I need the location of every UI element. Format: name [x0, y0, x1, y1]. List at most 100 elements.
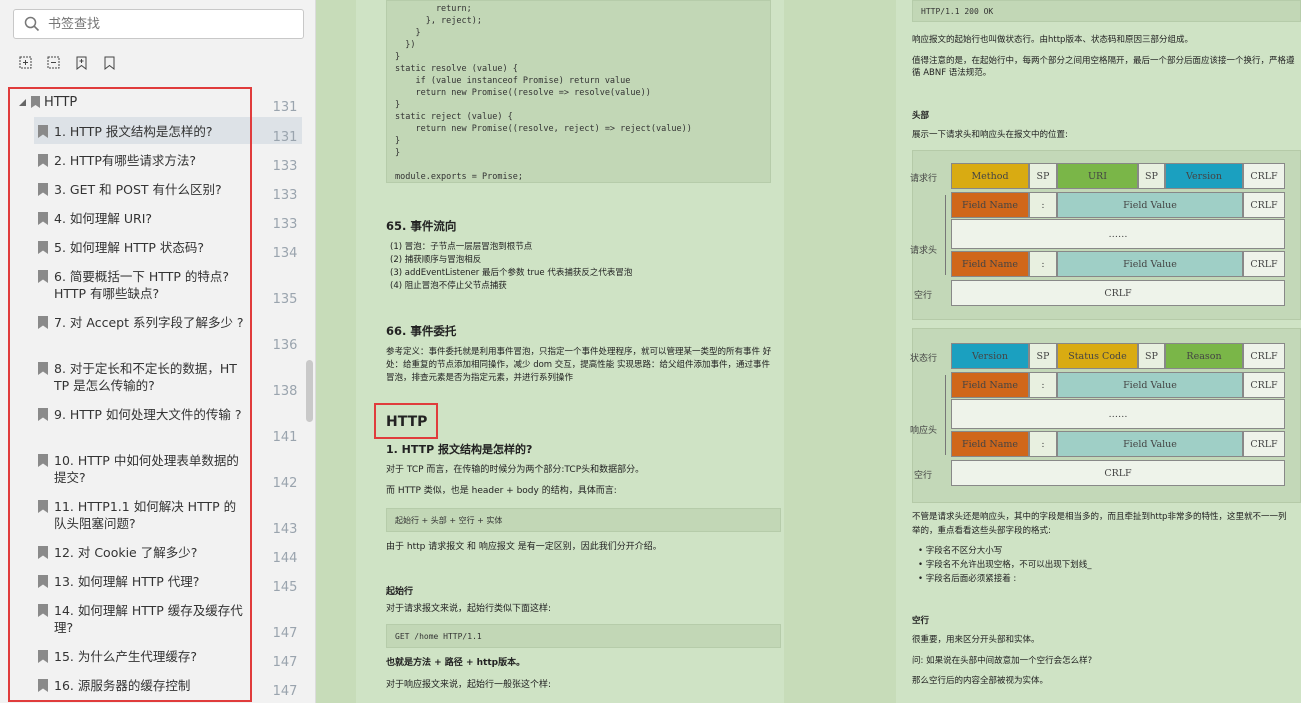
bookmark-icon: [104, 56, 115, 71]
toc-item[interactable]: 13. 如何理解 HTTP 代理?: [38, 573, 248, 590]
section-66-line: 参考定义：事件委托就是利用事件冒泡，只指定一个事件处理程序，就可以管理某一类型的…: [386, 347, 772, 357]
toc-item[interactable]: 11. HTTP1.1 如何解决 HTTP 的队头阻塞问题?: [38, 498, 248, 532]
request-crlf: CRLF: [1243, 192, 1285, 218]
toc-item-page: 135: [272, 292, 298, 307]
code-line: }: [395, 136, 401, 146]
toc-item-page: 133: [272, 159, 298, 174]
response-cell: CRLF: [1243, 343, 1285, 369]
toc-item-label: 11. HTTP1.1 如何解决 HTTP 的队头阻塞问题?: [54, 499, 237, 531]
toc-item[interactable]: 5. 如何理解 HTTP 状态码?: [38, 239, 248, 256]
toc-item[interactable]: 12. 对 Cookie 了解多少?: [38, 544, 248, 561]
toc-root-page: 131: [272, 100, 298, 115]
collapse-triangle-icon[interactable]: [18, 98, 27, 107]
expand-all-button[interactable]: [17, 54, 35, 72]
section-65-item: (4) 阻止冒泡不停止父节点捕获: [390, 281, 507, 291]
code-line: module.exports = Promise;: [395, 172, 523, 182]
toc-item-page: 147: [272, 684, 298, 699]
toc-item-page: 143: [272, 522, 298, 537]
request-cell: Version: [1165, 163, 1243, 189]
toc-item-label: 8. 对于定长和不定长的数据，HT TP 是怎么传输的?: [54, 361, 237, 393]
toc-item[interactable]: 8. 对于定长和不定长的数据，HT TP 是怎么传输的?: [38, 360, 248, 394]
request-field-value: Field Value: [1057, 251, 1243, 277]
header-rule-item: • 字段名不区分大小写: [918, 546, 1003, 556]
code-block-promise: return; }, reject); } })} static resolve …: [386, 0, 771, 183]
collapse-all-button[interactable]: [45, 54, 63, 72]
toc-item[interactable]: 15. 为什么产生代理缓存?: [38, 648, 248, 665]
response-cell: Version: [951, 343, 1029, 369]
page2-line-5: 举的，重点看看这些头部字段的格式:: [912, 526, 1051, 536]
bookmark-search[interactable]: [13, 9, 304, 39]
toc-item[interactable]: 10. HTTP 中如何处理表单数据的提交?: [38, 452, 248, 486]
bookmark-icon: [38, 454, 48, 467]
bookmarks-sidebar: HTTP 131 1. HTTP 报文结构是怎样的? 2. HTTP有哪些请求方法…: [0, 0, 316, 703]
toc-item[interactable]: 6. 简要概括一下 HTTP 的特点? HTTP 有哪些缺点?: [38, 268, 248, 302]
response-dots: ……: [951, 399, 1285, 429]
request-crlf: CRLF: [1243, 251, 1285, 277]
toc-item-page: 131: [272, 130, 298, 145]
q1-paragraph-3: 由于 http 请求报文 和 响应报文 是有一定区别，因此我们分开介绍。: [386, 542, 662, 552]
blank-line-p2: 问: 如果说在头部中间故意加一个空行会怎么样?: [912, 656, 1093, 666]
request-line-label: 请求行: [910, 174, 938, 184]
request-head-label: 请求头: [910, 246, 938, 256]
toc-item-label: 9. HTTP 如何处理大文件的传输 ?: [54, 407, 242, 422]
code-line: if (value instanceof Promise) return val…: [395, 76, 631, 86]
document-page-left: return; }, reject); } })} static resolve …: [356, 0, 784, 703]
bookmark-icon: [31, 96, 40, 108]
toc-item-page: 147: [272, 655, 298, 670]
response-colon: :: [1029, 431, 1057, 457]
toc-item[interactable]: 9. HTTP 如何处理大文件的传输 ?: [38, 406, 248, 423]
toc-item-page: 133: [272, 188, 298, 203]
toc-item[interactable]: 1. HTTP 报文结构是怎样的?: [38, 123, 248, 140]
toc-item[interactable]: 14. 如何理解 HTTP 缓存及缓存代理?: [38, 602, 248, 636]
bookmark-icon: [38, 212, 48, 225]
toc-item-page: 138: [272, 384, 298, 399]
response-field-name: Field Name: [951, 372, 1029, 398]
bookmark-icon: [38, 362, 48, 375]
bookmark-icon: [38, 316, 48, 329]
code-line: }): [395, 40, 416, 50]
q1-title: 1. HTTP 报文结构是怎样的?: [386, 443, 533, 456]
request-cell: SP: [1029, 163, 1057, 189]
response-cell: SP: [1029, 343, 1057, 369]
add-bookmark-icon: [76, 56, 87, 71]
response-brace: [945, 375, 946, 455]
toc-root-label: HTTP: [44, 94, 78, 110]
add-bookmark-button[interactable]: [73, 54, 91, 72]
response-line-label: 状态行: [910, 354, 938, 364]
expand-all-icon: [19, 56, 32, 69]
toc-item[interactable]: 2. HTTP有哪些请求方法?: [38, 152, 248, 169]
code-line: }: [395, 52, 401, 62]
toc-item-page: 133: [272, 217, 298, 232]
bookmark-icon: [38, 679, 48, 692]
code-line: return new Promise((resolve, reject) => …: [395, 124, 692, 134]
request-cell: CRLF: [1243, 163, 1285, 189]
toc-item[interactable]: 16. 源服务器的缓存控制: [38, 677, 248, 694]
request-colon: :: [1029, 251, 1057, 277]
code-line: static resolve (value) {: [395, 64, 518, 74]
toc-item[interactable]: 3. GET 和 POST 有什么区别?: [38, 181, 248, 198]
request-cell: Method: [951, 163, 1029, 189]
response-blank-crlf: CRLF: [951, 460, 1285, 486]
bookmark-search-input[interactable]: [48, 14, 288, 34]
bookmark-icon: [38, 575, 48, 588]
document-page-right: HTTP/1.1 200 OK 响应报文的起始行也叫做状态行。由http版本、状…: [896, 0, 1301, 703]
bookmark-icon: [38, 650, 48, 663]
toc-root-item[interactable]: HTTP: [18, 94, 78, 110]
toc-item-label: 7. 对 Accept 系列字段了解多少 ?: [54, 315, 244, 330]
response-field-name: Field Name: [951, 431, 1029, 457]
blank-line-title: 空行: [912, 616, 930, 626]
response-cell: SP: [1138, 343, 1165, 369]
toc-item[interactable]: 4. 如何理解 URI?: [38, 210, 248, 227]
q1-code: 起始行 + 头部 + 空行 + 实体: [386, 508, 781, 532]
page2-line-4: 不管是请求头还是响应头，其中的字段是相当多的，而且牵扯到http非常多的特性，这…: [912, 512, 1287, 522]
q1-paragraph-2: 而 HTTP 类似，也是 header + body 的结构，具体而言:: [386, 486, 617, 496]
toc-item-page: 142: [272, 476, 298, 491]
header-section-title: 头部: [912, 111, 930, 121]
toc-item[interactable]: 7. 对 Accept 系列字段了解多少 ?: [38, 314, 248, 331]
bookmark-button[interactable]: [101, 54, 119, 72]
section-66-line: 冒泡，排查元素是否为指定元素，并进行系列操作: [386, 373, 574, 383]
response-head-label: 响应头: [910, 426, 938, 436]
response-blank-label: 空行: [914, 471, 933, 481]
toc-item-page: 134: [272, 246, 298, 261]
